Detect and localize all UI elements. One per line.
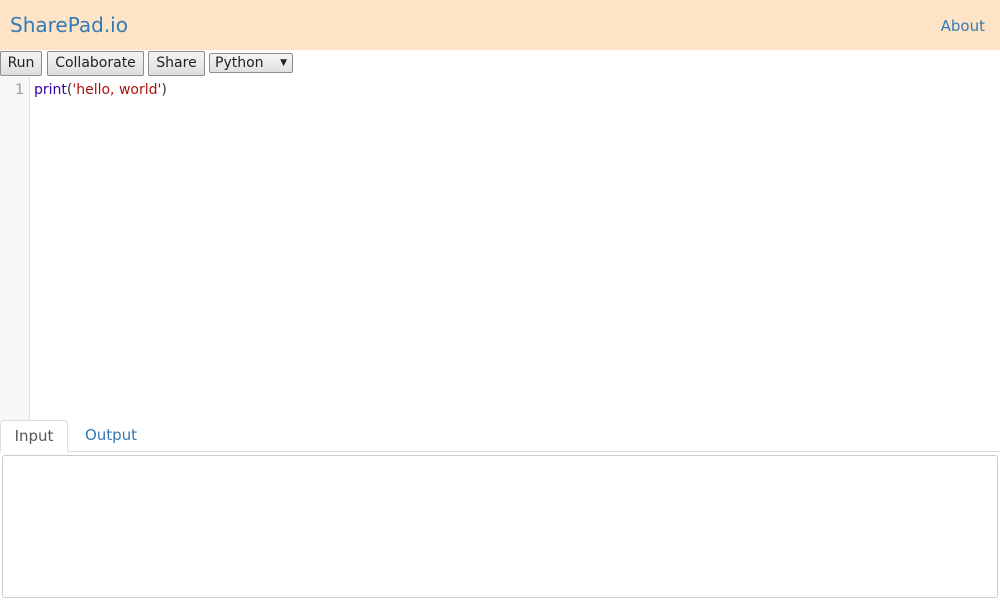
dropdown-arrow-icon: ▼ [280,58,287,68]
language-select[interactable]: Python ▼ [209,53,293,73]
app-header: SharePad.io About [0,0,1000,50]
code-editor[interactable]: 1 print('hello, world') [0,77,1000,420]
code-line[interactable]: print('hello, world') [34,82,167,99]
collaborate-button[interactable]: Collaborate [47,51,144,76]
line-number-gutter: 1 [0,77,30,420]
tab-input[interactable]: Input [0,420,68,452]
language-select-value: Python [215,55,264,71]
stdin-input[interactable] [2,455,998,598]
io-tabs: Input Output [0,420,1000,452]
code-token-close-paren: ) [161,82,167,98]
brand-link[interactable]: SharePad.io [10,13,128,37]
share-button[interactable]: Share [148,51,205,76]
run-button[interactable]: Run [0,51,42,76]
code-token-builtin: print [34,82,67,98]
about-link[interactable]: About [941,17,985,35]
tab-output[interactable]: Output [70,420,152,452]
code-token-string: 'hello, world' [72,82,162,98]
line-number: 1 [15,82,24,98]
